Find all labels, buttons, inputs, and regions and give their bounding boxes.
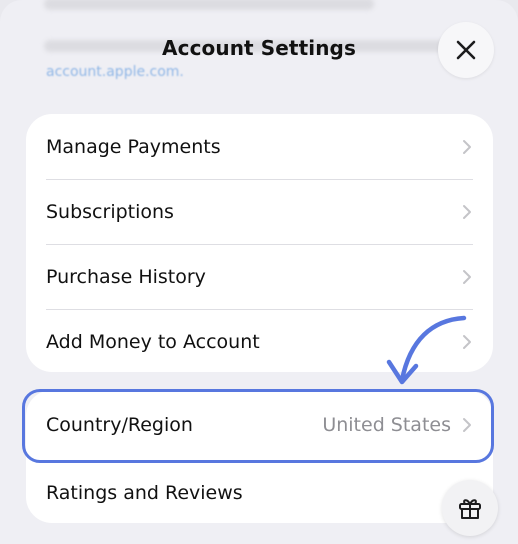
row-label: Ratings and Reviews	[46, 481, 243, 504]
gift-icon	[459, 499, 481, 519]
settings-group-region: Country/Region United States Ratings and…	[26, 390, 493, 523]
row-manage-payments[interactable]: Manage Payments	[26, 114, 493, 179]
row-country-region[interactable]: Country/Region United States	[26, 390, 493, 460]
chevron-right-icon	[463, 139, 471, 154]
row-subscriptions[interactable]: Subscriptions	[26, 179, 493, 244]
row-label: Country/Region	[46, 414, 193, 436]
close-button[interactable]	[438, 22, 494, 78]
chevron-right-icon	[463, 418, 471, 432]
chevron-right-icon	[463, 269, 471, 284]
row-label: Manage Payments	[46, 135, 221, 158]
chevron-right-icon	[463, 204, 471, 219]
row-ratings-reviews[interactable]: Ratings and Reviews	[26, 460, 493, 523]
close-icon	[456, 40, 476, 60]
row-value: United States	[322, 414, 451, 436]
row-label: Purchase History	[46, 265, 206, 288]
blurred-background-text	[44, 0, 374, 10]
gift-button[interactable]	[442, 480, 498, 536]
blurred-background-link: account.apple.com.	[46, 64, 184, 80]
row-purchase-history[interactable]: Purchase History	[26, 244, 493, 309]
curved-arrow-icon	[386, 315, 467, 385]
row-label: Subscriptions	[46, 200, 174, 223]
account-settings-sheet: account.apple.com. Account Settings Mana…	[0, 0, 518, 544]
